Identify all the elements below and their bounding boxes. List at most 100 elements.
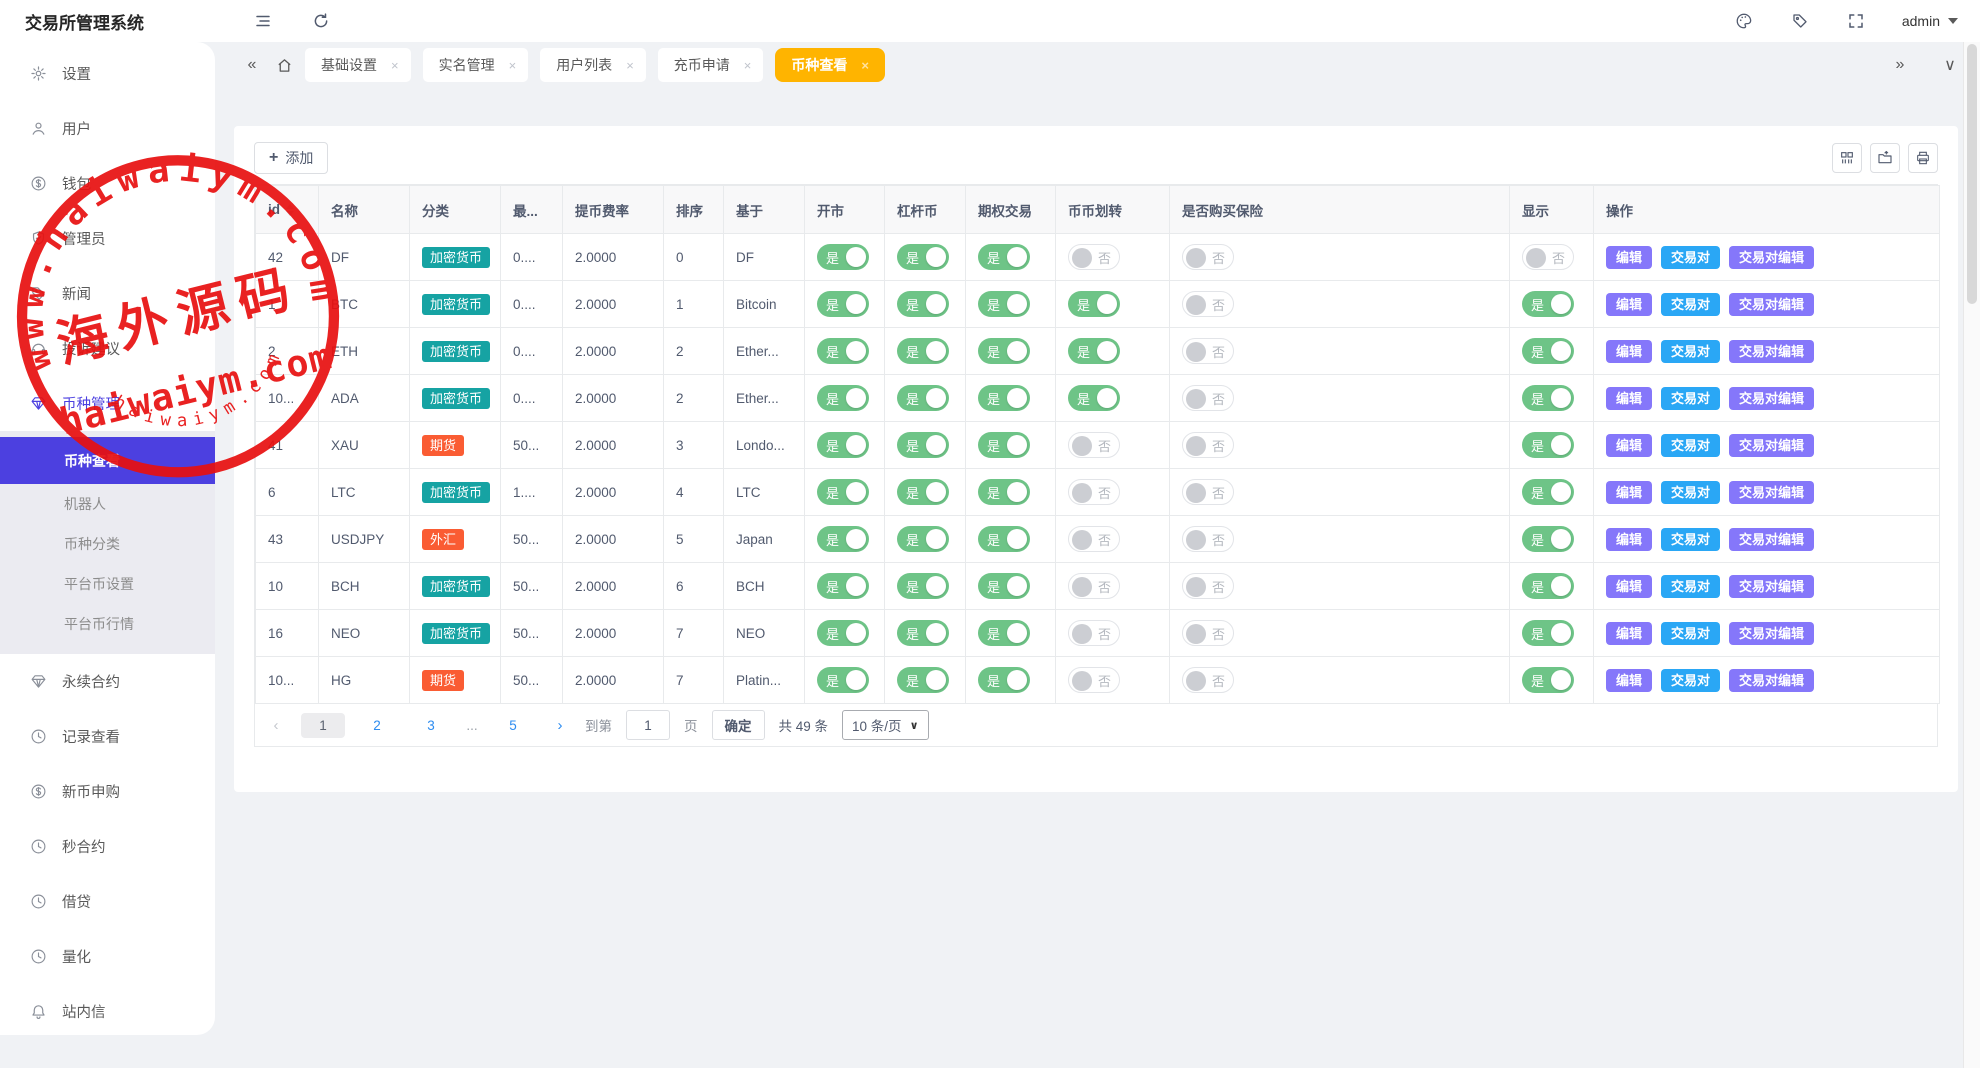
tabs-scroll-left-button[interactable]: « <box>240 56 264 74</box>
pagination-page-1[interactable]: 1 <box>301 713 345 738</box>
toggle-show-off[interactable]: 否 <box>1522 244 1574 270</box>
pagination-page-5[interactable]: 5 <box>491 713 535 738</box>
toggle-open-on[interactable]: 是 <box>817 291 869 317</box>
tabs-more-button[interactable]: ∨ <box>1938 55 1962 75</box>
sidebar-subitem-平台币行情[interactable]: 平台币行情 <box>0 604 215 644</box>
action-button-交易对[interactable]: 交易对 <box>1661 575 1720 598</box>
jump-confirm-button[interactable]: 确定 <box>712 710 765 740</box>
fullscreen-icon[interactable] <box>1846 11 1866 31</box>
toggle-insurance-off[interactable]: 否 <box>1182 573 1234 599</box>
action-button-交易对[interactable]: 交易对 <box>1661 434 1720 457</box>
close-icon[interactable]: × <box>509 58 517 73</box>
sidebar-subitem-币种查看[interactable]: 币种查看 <box>0 437 215 484</box>
action-button-交易对[interactable]: 交易对 <box>1661 387 1720 410</box>
sidebar-item-站内信[interactable]: 站内信 <box>0 984 215 1035</box>
toggle-transfer-on[interactable]: 是 <box>1068 291 1120 317</box>
toggle-open-on[interactable]: 是 <box>817 479 869 505</box>
close-icon[interactable]: × <box>744 58 752 73</box>
action-button-交易对编辑[interactable]: 交易对编辑 <box>1729 387 1814 410</box>
export-button[interactable] <box>1870 143 1900 173</box>
action-button-交易对编辑[interactable]: 交易对编辑 <box>1729 528 1814 551</box>
toggle-lever-on[interactable]: 是 <box>897 338 949 364</box>
toggle-option-on[interactable]: 是 <box>978 620 1030 646</box>
action-button-交易对编辑[interactable]: 交易对编辑 <box>1729 669 1814 692</box>
toggle-show-on[interactable]: 是 <box>1522 479 1574 505</box>
action-button-交易对编辑[interactable]: 交易对编辑 <box>1729 622 1814 645</box>
tabs-scroll-right-button[interactable]: » <box>1888 56 1912 74</box>
toggle-option-on[interactable]: 是 <box>978 338 1030 364</box>
toggle-lever-on[interactable]: 是 <box>897 479 949 505</box>
columns-button[interactable] <box>1832 143 1862 173</box>
action-button-交易对[interactable]: 交易对 <box>1661 293 1720 316</box>
sidebar-item-用户[interactable]: 用户 <box>0 101 215 156</box>
sidebar-item-秒合约[interactable]: 秒合约 <box>0 819 215 874</box>
action-button-交易对编辑[interactable]: 交易对编辑 <box>1729 434 1814 457</box>
jump-page-input[interactable] <box>626 710 670 740</box>
column-header-id[interactable]: id <box>256 186 319 234</box>
toggle-open-on[interactable]: 是 <box>817 432 869 458</box>
toggle-show-on[interactable]: 是 <box>1522 385 1574 411</box>
toggle-open-on[interactable]: 是 <box>817 385 869 411</box>
action-button-编辑[interactable]: 编辑 <box>1606 528 1652 551</box>
refresh-icon[interactable] <box>311 11 331 31</box>
toggle-option-on[interactable]: 是 <box>978 291 1030 317</box>
action-button-编辑[interactable]: 编辑 <box>1606 387 1652 410</box>
toggle-lever-on[interactable]: 是 <box>897 432 949 458</box>
pagination-page-2[interactable]: 2 <box>355 713 399 738</box>
sidebar-subitem-币种分类[interactable]: 币种分类 <box>0 524 215 564</box>
action-button-交易对编辑[interactable]: 交易对编辑 <box>1729 246 1814 269</box>
action-button-编辑[interactable]: 编辑 <box>1606 340 1652 363</box>
action-button-编辑[interactable]: 编辑 <box>1606 293 1652 316</box>
toggle-transfer-on[interactable]: 是 <box>1068 385 1120 411</box>
close-icon[interactable]: × <box>861 58 869 73</box>
home-icon[interactable] <box>276 57 293 74</box>
toggle-show-on[interactable]: 是 <box>1522 291 1574 317</box>
sort-icon[interactable] <box>286 204 294 216</box>
sidebar-subitem-平台币设置[interactable]: 平台币设置 <box>0 564 215 604</box>
action-button-编辑[interactable]: 编辑 <box>1606 246 1652 269</box>
toggle-option-on[interactable]: 是 <box>978 667 1030 693</box>
toggle-show-on[interactable]: 是 <box>1522 620 1574 646</box>
toggle-insurance-off[interactable]: 否 <box>1182 620 1234 646</box>
toggle-option-on[interactable]: 是 <box>978 432 1030 458</box>
toggle-insurance-off[interactable]: 否 <box>1182 385 1234 411</box>
action-button-交易对[interactable]: 交易对 <box>1661 669 1720 692</box>
tab-基础设置[interactable]: 基础设置× <box>305 48 411 82</box>
toggle-show-on[interactable]: 是 <box>1522 432 1574 458</box>
toggle-transfer-off[interactable]: 否 <box>1068 479 1120 505</box>
action-button-交易对[interactable]: 交易对 <box>1661 246 1720 269</box>
pagination-next-button[interactable]: › <box>549 717 571 734</box>
toggle-show-on[interactable]: 是 <box>1522 667 1574 693</box>
sidebar-item-新币申购[interactable]: 新币申购 <box>0 764 215 819</box>
toggle-open-on[interactable]: 是 <box>817 667 869 693</box>
toggle-option-on[interactable]: 是 <box>978 479 1030 505</box>
sidebar-item-记录查看[interactable]: 记录查看 <box>0 709 215 764</box>
toggle-transfer-off[interactable]: 否 <box>1068 573 1120 599</box>
sidebar-item-设置[interactable]: 设置 <box>0 46 215 101</box>
action-button-交易对[interactable]: 交易对 <box>1661 481 1720 504</box>
add-button[interactable]: + 添加 <box>254 142 328 174</box>
toggle-open-on[interactable]: 是 <box>817 620 869 646</box>
toggle-transfer-off[interactable]: 否 <box>1068 244 1120 270</box>
toggle-insurance-off[interactable]: 否 <box>1182 667 1234 693</box>
toggle-insurance-off[interactable]: 否 <box>1182 432 1234 458</box>
tag-icon[interactable] <box>1790 11 1810 31</box>
sidebar-subitem-机器人[interactable]: 机器人 <box>0 484 215 524</box>
toggle-transfer-on[interactable]: 是 <box>1068 338 1120 364</box>
toggle-open-on[interactable]: 是 <box>817 244 869 270</box>
sidebar-item-币种管理[interactable]: 币种管理 <box>0 376 215 431</box>
toggle-open-on[interactable]: 是 <box>817 338 869 364</box>
toggle-lever-on[interactable]: 是 <box>897 526 949 552</box>
sidebar-item-借贷[interactable]: 借贷 <box>0 874 215 929</box>
toggle-lever-on[interactable]: 是 <box>897 385 949 411</box>
pagination-page-3[interactable]: 3 <box>409 713 453 738</box>
toggle-option-on[interactable]: 是 <box>978 244 1030 270</box>
action-button-交易对编辑[interactable]: 交易对编辑 <box>1729 481 1814 504</box>
action-button-编辑[interactable]: 编辑 <box>1606 434 1652 457</box>
action-button-交易对[interactable]: 交易对 <box>1661 340 1720 363</box>
toggle-lever-on[interactable]: 是 <box>897 667 949 693</box>
per-page-select[interactable]: 10 条/页 ∨ <box>842 710 928 740</box>
toggle-insurance-off[interactable]: 否 <box>1182 479 1234 505</box>
sidebar-item-投诉建议[interactable]: 投诉建议 <box>0 321 215 376</box>
tab-实名管理[interactable]: 实名管理× <box>423 48 529 82</box>
